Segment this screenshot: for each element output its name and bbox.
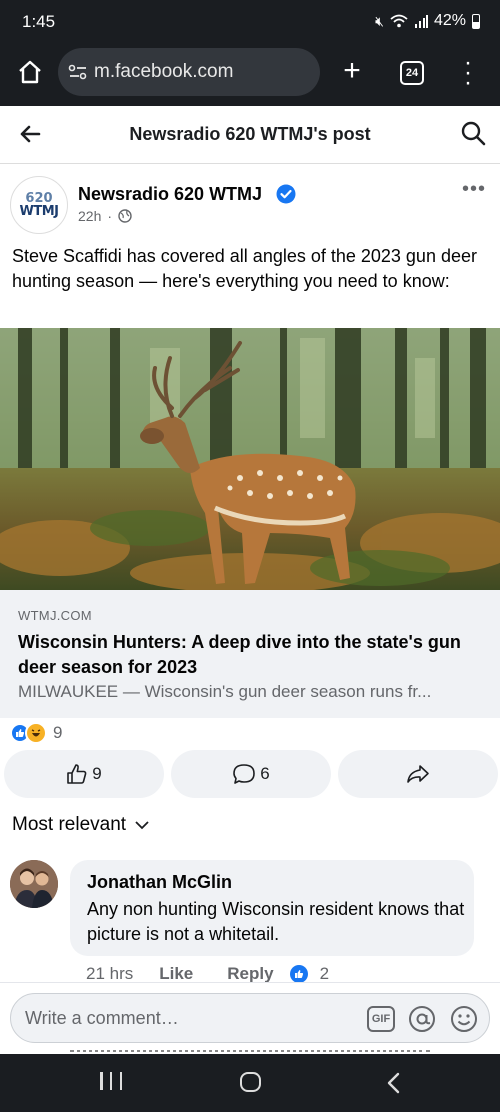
comment-like-button[interactable]: Like	[159, 964, 193, 984]
meta-separator: ·	[107, 208, 113, 224]
comment-count: 6	[260, 764, 270, 783]
commenter-avatar[interactable]	[10, 860, 58, 908]
battery-percent: 42%	[433, 12, 466, 29]
back-nav-icon[interactable]	[384, 1072, 404, 1094]
browser-menu-icon[interactable]: · · ·	[462, 51, 474, 95]
comment-reply-button[interactable]: Reply	[227, 964, 273, 984]
recent-apps-icon[interactable]	[100, 1072, 122, 1092]
link-title: Wisconsin Hunters: A deep dive into the …	[18, 632, 461, 677]
mute-icon: 🔇︎	[375, 12, 384, 29]
search-icon[interactable]	[460, 120, 486, 146]
thumbs-up-icon	[67, 764, 87, 784]
browser-toolbar: m.facebook.com + 24 · · ·	[0, 44, 500, 106]
post-meta: 22h ·	[78, 208, 132, 224]
android-nav-bar	[0, 1054, 500, 1112]
mention-icon[interactable]	[407, 1004, 437, 1034]
status-time: 1:45	[22, 12, 56, 31]
comment-bubble[interactable]: Jonathan McGlin Any non hunting Wisconsi…	[70, 860, 474, 956]
comment-author[interactable]: Jonathan McGlin	[87, 872, 232, 893]
post-time[interactable]: 22h	[78, 208, 101, 224]
sort-label: Most relevant	[12, 814, 127, 835]
share-arrow-icon	[407, 765, 429, 783]
post-image-deer[interactable]	[0, 328, 500, 590]
link-description: MILWAUKEE — Wisconsin's gun deer season …	[18, 682, 432, 701]
emoji-icon[interactable]	[449, 1004, 479, 1034]
page-avatar[interactable]: 620 WTMJ	[10, 176, 68, 234]
post-page-header: Newsradio 620 WTMJ's post	[0, 106, 500, 164]
post-text: Steve Scaffidi has covered all angles of…	[12, 246, 477, 291]
home-icon[interactable]	[16, 58, 44, 86]
avatar-logo-top: 620	[25, 190, 53, 206]
page-title: Newsradio 620 WTMJ's post	[129, 124, 371, 144]
post-options-icon[interactable]: •••	[462, 178, 486, 201]
status-indicators: 🔇︎ 42%	[375, 12, 480, 30]
globe-icon	[118, 209, 132, 223]
reaction-count: 9	[53, 723, 63, 742]
chevron-down-icon	[135, 821, 149, 830]
comment-input[interactable]: Write a comment… GIF	[10, 993, 490, 1043]
comment-sort-dropdown[interactable]: Most relevant	[12, 814, 150, 836]
url-text: m.facebook.com	[94, 61, 234, 82]
comment-actions: 21 hrs Like Reply 2	[86, 964, 329, 984]
post-action-bar: 9 6	[4, 750, 498, 798]
tab-switcher-button[interactable]: 24	[400, 61, 424, 85]
comment-like-reaction-icon	[289, 965, 308, 983]
comment-composer-bar: Write a comment… GIF	[0, 982, 500, 1052]
home-nav-icon[interactable]	[240, 1072, 261, 1092]
share-button[interactable]	[338, 750, 498, 798]
page-name-link[interactable]: Newsradio 620 WTMJ	[78, 184, 262, 205]
battery-icon	[472, 13, 480, 29]
comment-button[interactable]: 6	[171, 750, 331, 798]
address-bar[interactable]: m.facebook.com	[58, 48, 320, 96]
comment-bubble-icon	[233, 764, 256, 784]
link-domain: WTMJ.COM	[18, 608, 92, 623]
link-preview-card[interactable]: WTMJ.COM Wisconsin Hunters: A deep dive …	[0, 590, 500, 718]
like-count: 9	[92, 764, 102, 783]
wifi-icon	[390, 14, 408, 28]
comment-text: Any non hunting Wisconsin resident knows…	[87, 899, 465, 944]
reactions-summary[interactable]: 9	[10, 722, 62, 744]
signal-icon	[414, 15, 428, 28]
avatar-logo-bottom: WTMJ	[19, 203, 59, 219]
comment-reaction-count: 2	[319, 964, 330, 983]
like-button[interactable]: 9	[4, 750, 164, 798]
status-bar: 1:45 🔇︎ 42%	[0, 0, 500, 44]
comment-placeholder: Write a comment…	[25, 1008, 179, 1028]
gif-button[interactable]: GIF	[367, 1006, 395, 1032]
site-settings-icon[interactable]	[68, 64, 88, 80]
comment-time: 21 hrs	[86, 964, 134, 983]
verified-badge-icon	[276, 184, 296, 204]
haha-reaction-icon	[25, 722, 47, 744]
new-tab-icon[interactable]: +	[340, 56, 364, 86]
